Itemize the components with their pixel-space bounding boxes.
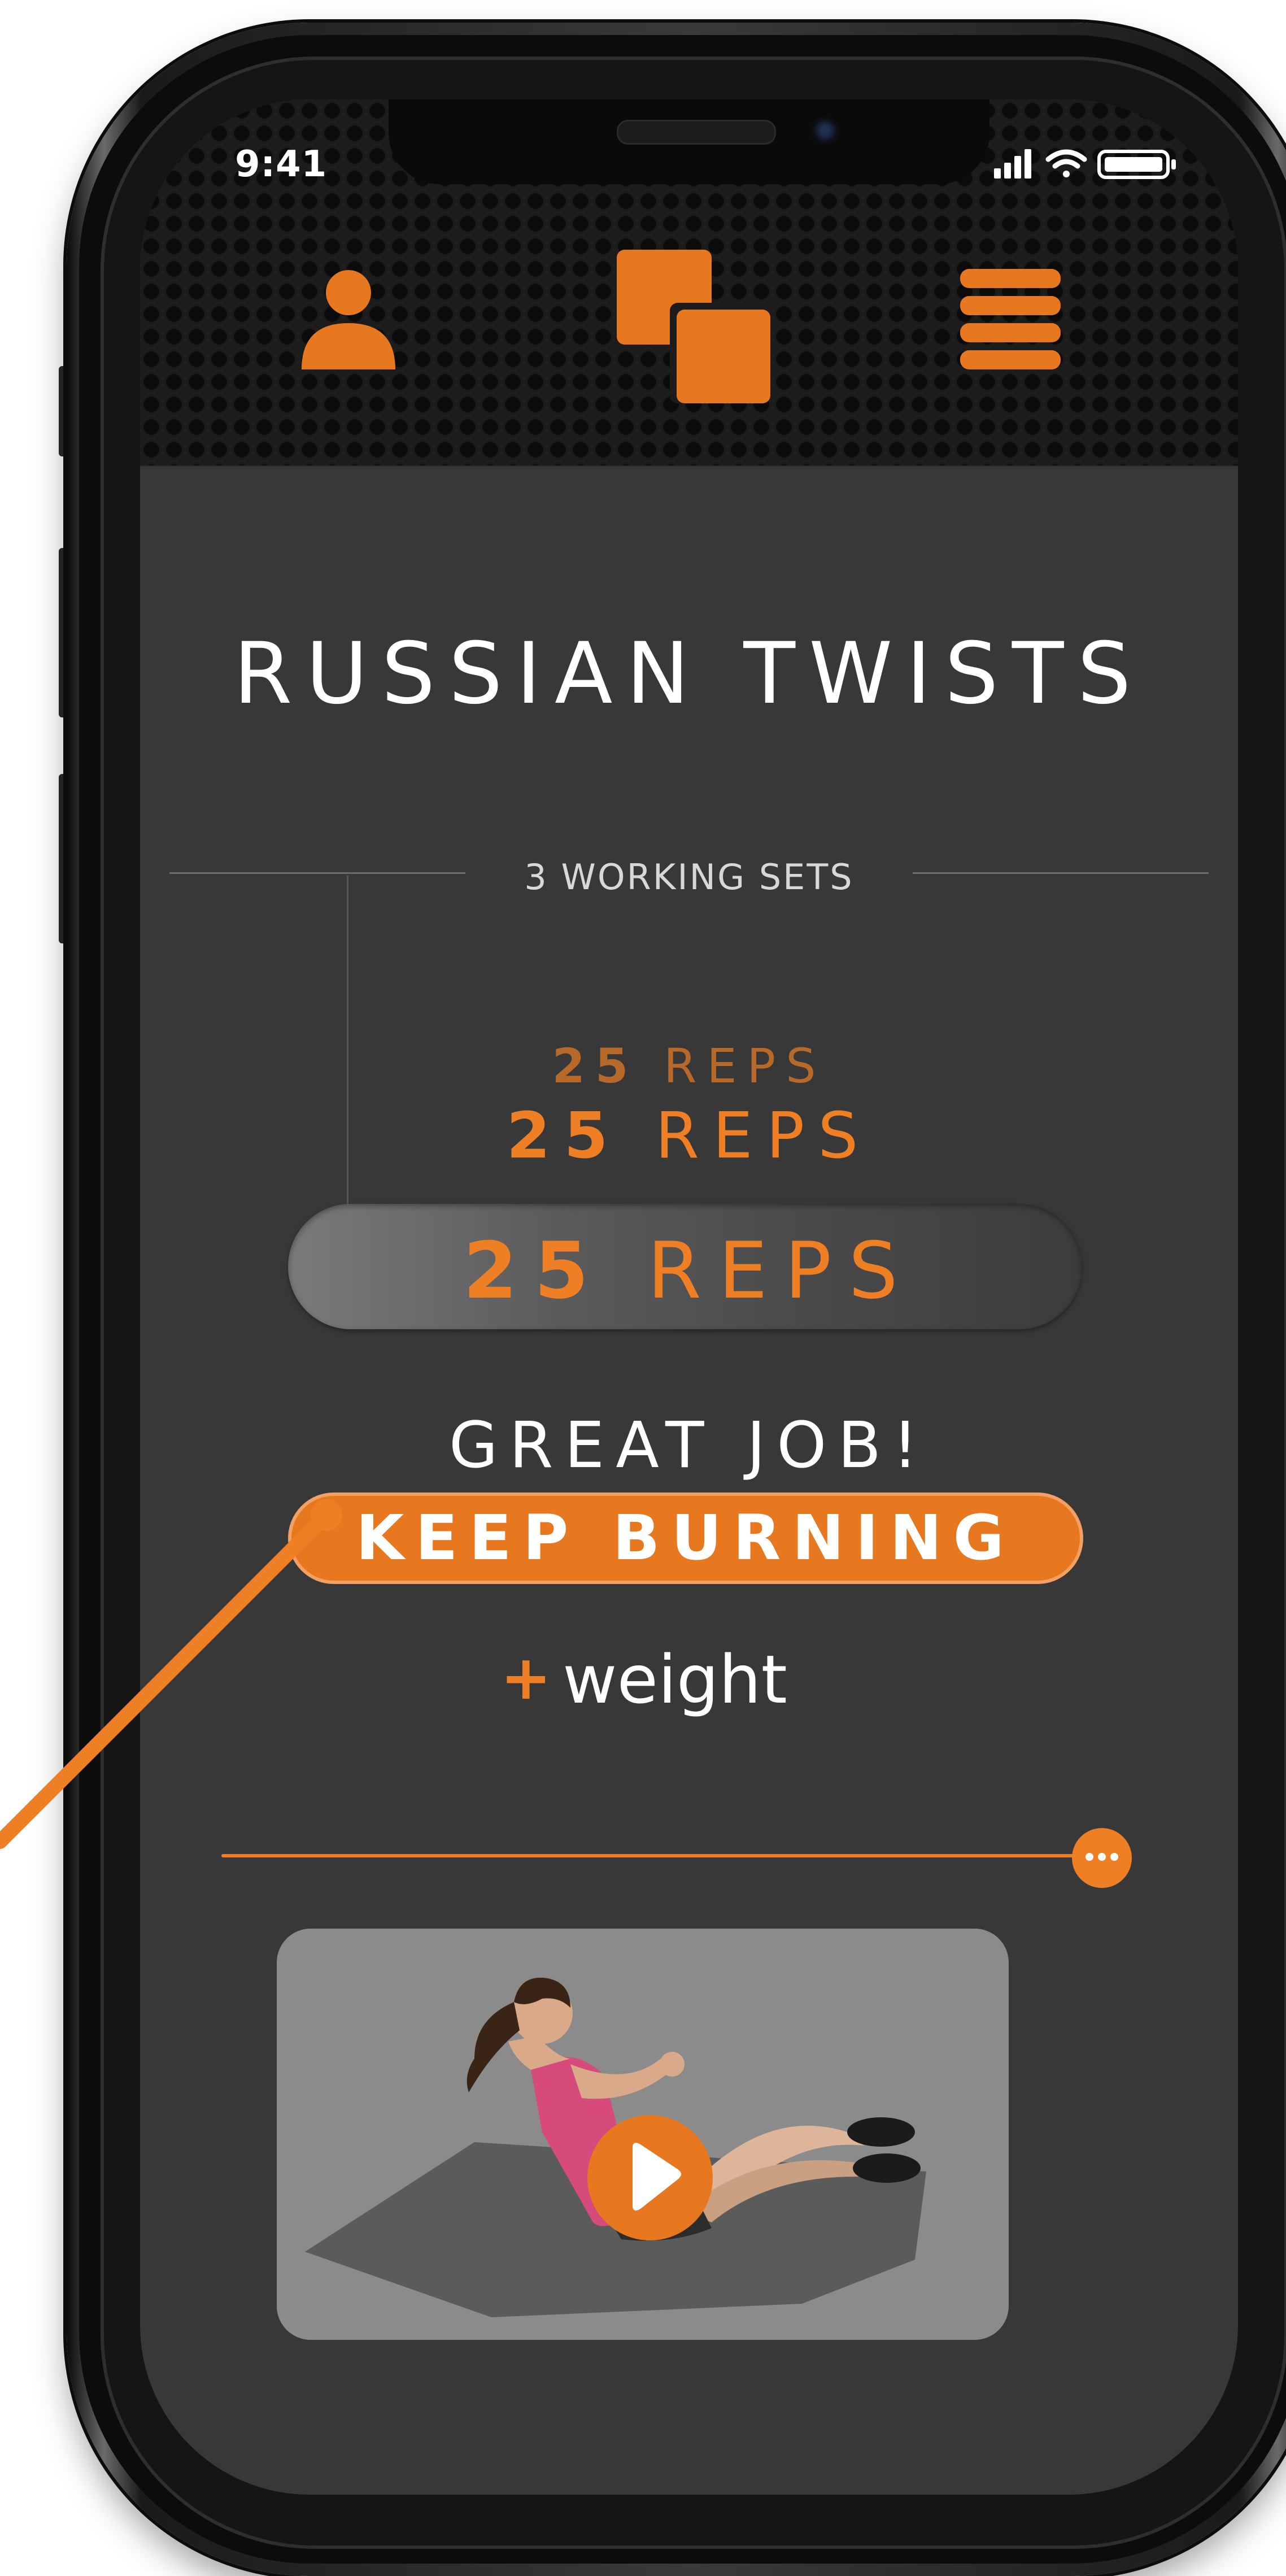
annotation-pointer-line <box>0 1499 342 1849</box>
pointer-line <box>0 1507 335 1849</box>
pointer-dot <box>311 1499 342 1531</box>
